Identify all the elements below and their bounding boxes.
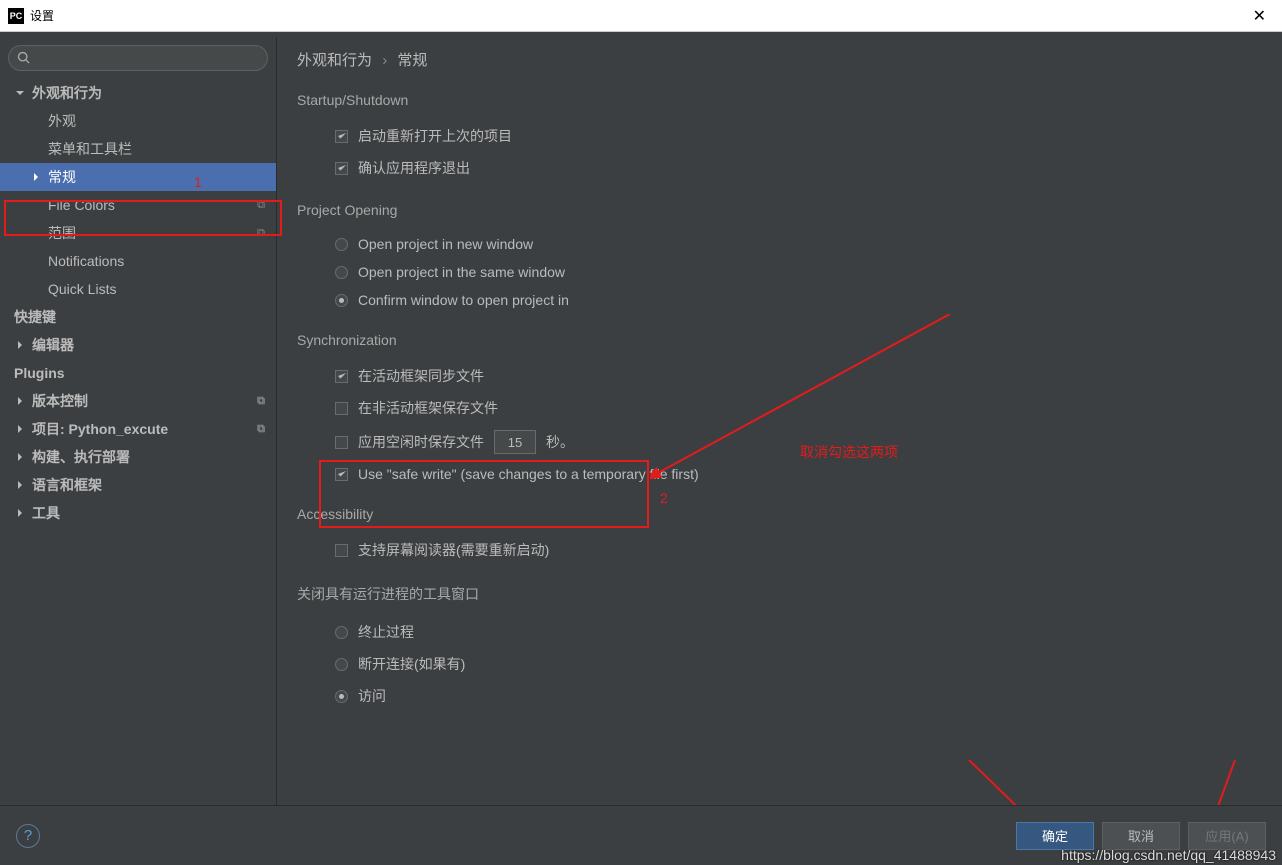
radio-icon[interactable]	[335, 690, 348, 703]
search-input[interactable]	[8, 45, 268, 71]
content-panel: 外观和行为 › 常规 Startup/Shutdown 启动重新打开上次的项目 …	[277, 37, 1282, 805]
search-icon	[17, 51, 31, 65]
breadcrumb-leaf: 常规	[397, 52, 427, 69]
radio-new-window[interactable]: Open project in new window	[297, 230, 1262, 258]
breadcrumb: 外观和行为 › 常规	[297, 49, 1262, 70]
help-button[interactable]: ?	[16, 824, 40, 848]
chevron-down-icon	[14, 87, 26, 99]
tree-item-7[interactable]: Quick Lists	[0, 275, 276, 303]
project-tag-icon: ⧉	[254, 422, 268, 436]
tree-item-label: Notifications	[48, 253, 124, 269]
close-icon[interactable]: ✕	[1245, 6, 1274, 26]
chevron-right-icon	[14, 423, 26, 435]
tree-item-label: 快捷键	[14, 307, 56, 327]
tree-item-label: 构建、执行部署	[32, 447, 130, 467]
section-startup-title: Startup/Shutdown	[297, 92, 1262, 108]
tree-item-label: 外观和行为	[32, 83, 102, 103]
section-project-opening-title: Project Opening	[297, 202, 1262, 218]
tree-item-label: 编辑器	[32, 335, 74, 355]
opt-screen-reader[interactable]: 支持屏幕阅读器(需要重新启动)	[297, 534, 1262, 566]
radio-same-window[interactable]: Open project in the same window	[297, 258, 1262, 286]
tree-item-0[interactable]: 外观和行为	[0, 79, 276, 107]
tree-item-label: 工具	[32, 503, 60, 523]
tree-item-15[interactable]: 工具	[0, 499, 276, 527]
radio-icon[interactable]	[335, 294, 348, 307]
breadcrumb-root[interactable]: 外观和行为	[297, 52, 372, 69]
tree-item-14[interactable]: 语言和框架	[0, 471, 276, 499]
opt-confirm-exit[interactable]: 确认应用程序退出	[297, 152, 1262, 184]
project-tag-icon: ⧉	[254, 226, 268, 240]
radio-ask[interactable]: 访问	[297, 680, 1262, 712]
ok-button[interactable]: 确定	[1016, 822, 1094, 850]
sidebar: 外观和行为外观菜单和工具栏常规 File Colors ⧉ 范围 ⧉ Notificati…	[0, 37, 277, 805]
cancel-button[interactable]: 取消	[1102, 822, 1180, 850]
tree-item-2[interactable]: 菜单和工具栏	[0, 135, 276, 163]
chevron-right-icon	[30, 171, 42, 183]
project-tag-icon: ⧉	[254, 198, 268, 212]
radio-icon[interactable]	[335, 238, 348, 251]
tree-item-label: File Colors	[48, 197, 115, 213]
radio-icon[interactable]	[335, 266, 348, 279]
main-area: 外观和行为外观菜单和工具栏常规File Colors⧉范围⧉Notificati…	[0, 32, 1282, 805]
tree-item-3[interactable]: 常规	[0, 163, 276, 191]
radio-icon[interactable]	[335, 626, 348, 639]
tree-item-label: 外观	[48, 111, 76, 131]
radio-icon[interactable]	[335, 658, 348, 671]
checkbox-icon[interactable]	[335, 544, 348, 557]
tree-item-label: 项目: Python_excute	[32, 419, 168, 439]
checkbox-icon[interactable]	[335, 370, 348, 383]
checkbox-icon[interactable]	[335, 468, 348, 481]
footer: ? 确定 取消 应用(A)	[0, 805, 1282, 865]
chevron-right-icon	[14, 451, 26, 463]
tree-item-4[interactable]: File Colors ⧉	[0, 191, 276, 219]
app-icon: PC	[8, 8, 24, 24]
section-sync-title: Synchronization	[297, 332, 1262, 348]
radio-disconnect[interactable]: 断开连接(如果有)	[297, 648, 1262, 680]
settings-tree: 外观和行为外观菜单和工具栏常规 File Colors ⧉ 范围 ⧉ Notificati…	[0, 79, 276, 805]
checkbox-icon[interactable]	[335, 162, 348, 175]
idle-seconds-input[interactable]	[494, 430, 536, 454]
tree-item-label: Quick Lists	[48, 281, 116, 297]
chevron-right-icon	[14, 395, 26, 407]
tree-item-8[interactable]: 快捷键	[0, 303, 276, 331]
tree-item-6[interactable]: Notifications	[0, 247, 276, 275]
tree-item-12[interactable]: 项目: Python_excute ⧉	[0, 415, 276, 443]
project-tag-icon: ⧉	[254, 394, 268, 408]
chevron-right-icon	[14, 507, 26, 519]
tree-item-10[interactable]: Plugins	[0, 359, 276, 387]
tree-item-label: 版本控制	[32, 391, 88, 411]
tree-item-13[interactable]: 构建、执行部署	[0, 443, 276, 471]
section-accessibility-title: Accessibility	[297, 506, 1262, 522]
chevron-right-icon	[14, 479, 26, 491]
chevron-right-icon	[14, 339, 26, 351]
opt-safe-write[interactable]: Use "safe write" (save changes to a temp…	[297, 460, 1262, 488]
tree-item-label: 语言和框架	[32, 475, 102, 495]
tree-item-label: 常规	[48, 167, 76, 187]
opt-reopen-last-project[interactable]: 启动重新打开上次的项目	[297, 120, 1262, 152]
apply-button[interactable]: 应用(A)	[1188, 822, 1266, 850]
tree-item-5[interactable]: 范围 ⧉	[0, 219, 276, 247]
opt-save-inactive-frame[interactable]: 在非活动框架保存文件	[297, 392, 1262, 424]
tree-item-11[interactable]: 版本控制 ⧉	[0, 387, 276, 415]
section-closing-title: 关闭具有运行进程的工具窗口	[297, 584, 1262, 604]
window-title: 设置	[30, 7, 54, 24]
tree-item-1[interactable]: 外观	[0, 107, 276, 135]
titlebar: PC 设置 ✕	[0, 0, 1282, 32]
opt-save-idle[interactable]: 应用空闲时保存文件 秒。	[297, 424, 1262, 460]
checkbox-icon[interactable]	[335, 436, 348, 449]
breadcrumb-separator: ›	[382, 52, 387, 69]
checkbox-icon[interactable]	[335, 130, 348, 143]
radio-terminate[interactable]: 终止过程	[297, 616, 1262, 648]
tree-item-label: Plugins	[14, 365, 65, 381]
tree-item-9[interactable]: 编辑器	[0, 331, 276, 359]
checkbox-icon[interactable]	[335, 402, 348, 415]
tree-item-label: 菜单和工具栏	[48, 139, 132, 159]
opt-sync-active-frame[interactable]: 在活动框架同步文件	[297, 360, 1262, 392]
tree-item-label: 范围	[48, 223, 76, 243]
radio-confirm-window[interactable]: Confirm window to open project in	[297, 286, 1262, 314]
